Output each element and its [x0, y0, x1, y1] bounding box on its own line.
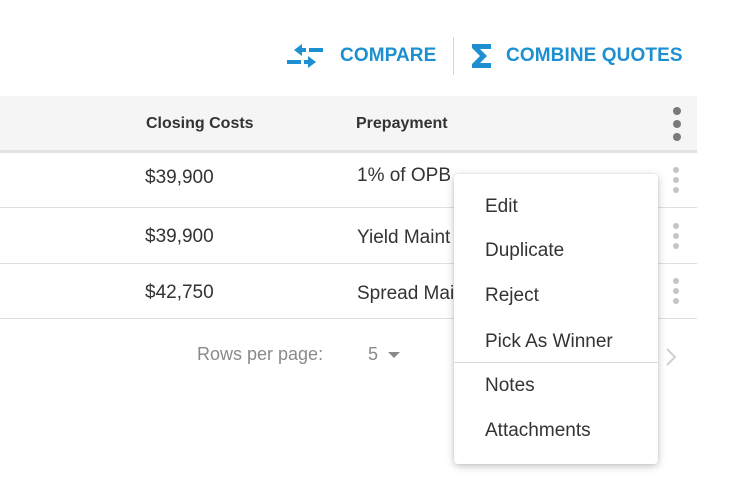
- cell-closing-costs: $39,900: [145, 226, 214, 247]
- menu-item-label: Edit: [485, 196, 518, 217]
- combine-quotes-label: COMBINE QUOTES: [506, 45, 683, 66]
- cell-prepayment: 1% of OPB: [357, 165, 451, 186]
- menu-item-pick-as-winner[interactable]: Pick As Winner: [454, 321, 658, 365]
- cell-closing-costs: $39,900: [145, 167, 214, 188]
- menu-divider: [454, 362, 658, 363]
- combine-quotes-button[interactable]: COMBINE QUOTES: [470, 38, 683, 74]
- menu-item-label: Duplicate: [485, 240, 565, 261]
- cell-prepayment: Spread Mai: [357, 283, 455, 304]
- compare-arrows-icon: [287, 42, 323, 70]
- column-options-icon[interactable]: [673, 107, 681, 141]
- cell-prepayment: Yield Maint: [357, 227, 451, 248]
- rows-per-page-label: Rows per page:: [197, 344, 324, 364]
- row-actions-menu: Edit Duplicate Reject Pick As Winner Not…: [454, 174, 658, 464]
- rows-per-page-select[interactable]: 5: [368, 344, 401, 365]
- menu-item-notes[interactable]: Notes: [454, 365, 658, 409]
- menu-item-label: Notes: [485, 375, 535, 396]
- menu-item-duplicate[interactable]: Duplicate: [454, 230, 658, 274]
- row-actions-icon[interactable]: [672, 167, 680, 193]
- table-header: Closing Costs Prepayment: [0, 96, 697, 153]
- row-actions-icon[interactable]: [672, 223, 680, 249]
- menu-item-edit[interactable]: Edit: [454, 186, 658, 230]
- menu-item-label: Reject: [485, 285, 539, 306]
- menu-item-attachments[interactable]: Attachments: [454, 410, 658, 454]
- compare-button[interactable]: COMPARE: [287, 38, 436, 74]
- sigma-icon: [470, 42, 494, 70]
- menu-item-label: Pick As Winner: [485, 331, 613, 352]
- compare-label: COMPARE: [340, 45, 437, 66]
- column-header-prepayment[interactable]: Prepayment: [356, 115, 448, 133]
- toolbar-divider: [453, 37, 454, 75]
- menu-item-label: Attachments: [485, 420, 591, 441]
- cell-closing-costs: $42,750: [145, 282, 214, 303]
- rows-per-page-value: 5: [368, 344, 379, 364]
- chevron-right-icon[interactable]: [665, 348, 677, 371]
- menu-item-reject[interactable]: Reject: [454, 275, 658, 319]
- caret-down-icon: [388, 351, 401, 358]
- toolbar: COMPARE COMBINE QUOTES: [0, 0, 739, 96]
- row-actions-icon[interactable]: [672, 278, 680, 304]
- column-header-closing-costs[interactable]: Closing Costs: [146, 115, 254, 133]
